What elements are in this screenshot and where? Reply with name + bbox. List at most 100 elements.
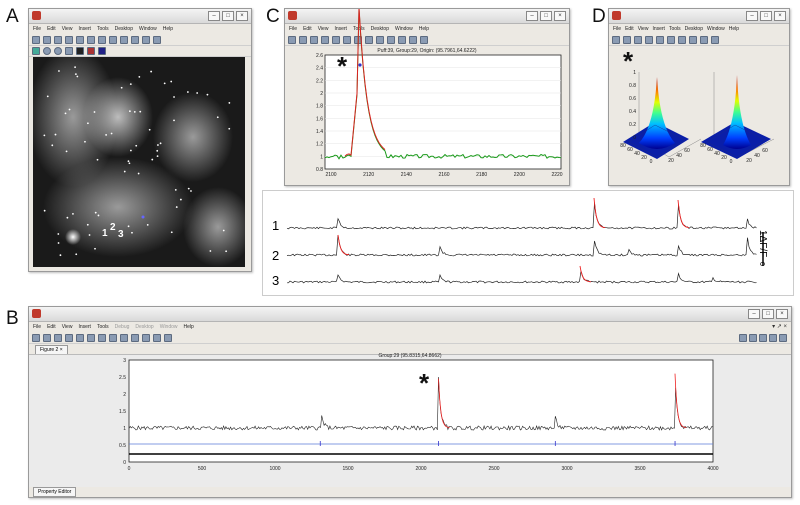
roi-marker (66, 216, 69, 219)
y-tick-label: 2 (123, 392, 126, 398)
ellipse-tool-icon[interactable] (54, 47, 62, 55)
pointer-icon[interactable] (76, 36, 84, 44)
roi-marker (156, 155, 159, 158)
roi-marker (97, 214, 100, 217)
group-trace-plot[interactable]: 3 2.5 2 1.5 1 0.5 00 500 1000 1500 2000 2500 3000 350… (29, 307, 791, 497)
close-button[interactable]: × (236, 11, 248, 21)
maximize-button[interactable]: □ (760, 11, 772, 21)
maximize-button[interactable]: □ (222, 11, 234, 21)
roi-marker (51, 144, 54, 147)
roi-marker (64, 112, 67, 115)
minimize-button[interactable]: – (208, 11, 220, 21)
zoom-in-icon[interactable] (667, 36, 675, 44)
fluorescence-image[interactable] (33, 57, 245, 267)
menu-desktop[interactable]: Desktop (115, 24, 133, 34)
roi-marker (173, 119, 175, 122)
menu-view[interactable]: View (62, 24, 73, 34)
polygon-tool-icon[interactable] (65, 47, 73, 55)
circle-tool-icon[interactable] (43, 47, 51, 55)
open-icon[interactable] (43, 36, 51, 44)
y-tick-label: 2 (320, 91, 323, 97)
roi-marker (175, 206, 178, 208)
new-icon[interactable] (612, 36, 620, 44)
puff-trace-plot[interactable]: 2.6 2.4 2.2 2 1.8 1.6 1.4 1.2 1 0.82100 2120 2140 21… (285, 9, 569, 185)
data-cursor-icon[interactable] (131, 36, 139, 44)
menu-edit[interactable]: Edit (625, 24, 634, 34)
open-icon[interactable] (623, 36, 631, 44)
roi-tool-icon[interactable] (32, 47, 40, 55)
roi-marker (146, 223, 149, 226)
tab-property-editor[interactable]: Property Editor (33, 487, 77, 497)
menu-window[interactable]: Window (707, 24, 725, 34)
print-icon[interactable] (645, 36, 653, 44)
pan-icon[interactable] (109, 36, 117, 44)
colormap-icon[interactable] (98, 47, 106, 55)
axis-tick-label: 20 (746, 158, 752, 164)
axis-tick-label: 40 (714, 151, 720, 157)
axis-tick-label: 20 (641, 155, 647, 161)
print-icon[interactable] (65, 36, 73, 44)
roi-marker (139, 110, 142, 113)
z-tick-label: 0.4 (629, 109, 636, 115)
close-button[interactable]: × (774, 11, 786, 21)
menu-edit[interactable]: Edit (47, 24, 56, 34)
roi-marker (74, 66, 76, 69)
y-tick-label: 1.4 (316, 129, 323, 135)
y-tick-label: 1.8 (316, 104, 323, 110)
save-icon[interactable] (634, 36, 642, 44)
menu-view[interactable]: View (638, 24, 649, 34)
roi-marker (129, 110, 131, 113)
toolbar (29, 35, 251, 46)
data-cursor-icon[interactable] (711, 36, 719, 44)
menu-tools[interactable]: Tools (97, 24, 109, 34)
x-tick-label: 3500 (634, 466, 645, 472)
x-tick-label: 0 (128, 466, 131, 472)
y-tick-label: 3 (123, 358, 126, 364)
trace-label-1: 1 (272, 218, 280, 233)
menu-desktop[interactable]: Desktop (685, 24, 703, 34)
roi-marker (129, 83, 132, 86)
menu-insert[interactable]: Insert (652, 24, 665, 34)
roi-marker (120, 86, 123, 89)
scale-bar-zero: 0 (758, 262, 765, 266)
brush-icon[interactable] (142, 36, 150, 44)
menu-help[interactable]: Help (163, 24, 173, 34)
scale-bar-label: 1ΔF/F (757, 230, 768, 258)
save-icon[interactable] (54, 36, 62, 44)
axis-tick-label: 40 (754, 153, 760, 159)
menu-tools[interactable]: Tools (669, 24, 681, 34)
roi-marker (225, 250, 228, 253)
zoom-in-icon[interactable] (87, 36, 95, 44)
x-tick-label: 2500 (488, 466, 499, 472)
event-highlight (579, 265, 592, 283)
new-icon[interactable] (32, 36, 40, 44)
x-tick-label: 2180 (476, 172, 487, 178)
x-tick-label: 2100 (325, 172, 336, 178)
menu-bar: File Edit View Insert Tools Desktop Wind… (609, 24, 789, 34)
menu-file[interactable]: File (613, 24, 621, 34)
menu-window[interactable]: Window (139, 24, 157, 34)
roi-marker (57, 233, 60, 235)
menu-help[interactable]: Help (729, 24, 739, 34)
y-tick-label: 2.6 (316, 53, 323, 59)
rotate-icon[interactable] (700, 36, 708, 44)
z-tick-label: 0 (633, 135, 636, 141)
menu-insert[interactable]: Insert (78, 24, 91, 34)
surface-plots[interactable]: 10.80.60.40.20806040200 204060806040200 20… (609, 47, 789, 183)
zoom-out-icon[interactable] (678, 36, 686, 44)
rotate-icon[interactable] (120, 36, 128, 44)
axis-tick-label: 40 (676, 153, 682, 159)
roi-marker (170, 231, 173, 234)
surface-marker: * (623, 46, 634, 76)
menu-file[interactable]: File (33, 24, 41, 34)
colorbar-icon[interactable] (153, 36, 161, 44)
color-icon[interactable] (87, 47, 95, 55)
pan-icon[interactable] (689, 36, 697, 44)
zoom-out-icon[interactable] (98, 36, 106, 44)
roi-marker (127, 225, 130, 228)
roi-marker (88, 234, 91, 236)
contrast-icon[interactable] (76, 47, 84, 55)
pointer-icon[interactable] (656, 36, 664, 44)
minimize-button[interactable]: – (746, 11, 758, 21)
roi-marker (190, 190, 192, 192)
